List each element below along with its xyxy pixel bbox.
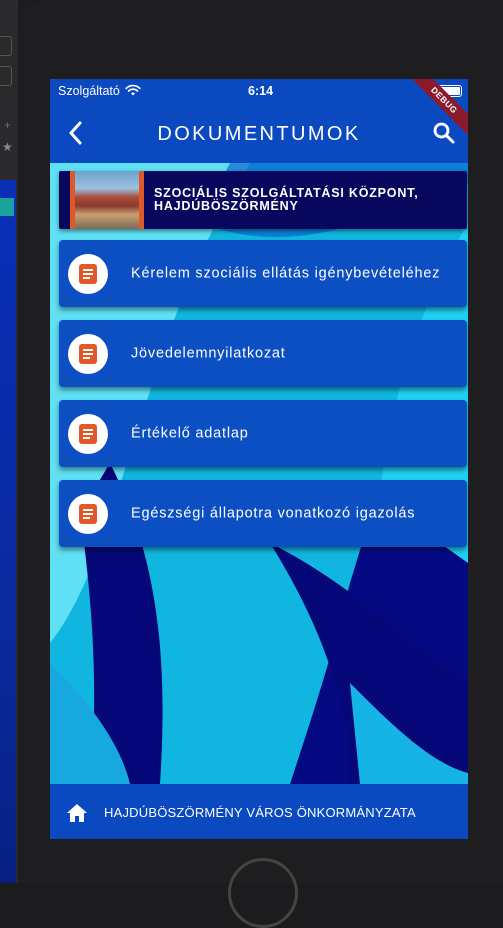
host-window-edge: + ★ xyxy=(0,0,18,883)
clock: 6:14 xyxy=(248,84,274,98)
document-item-jovedelemnyilatkozat[interactable]: Jövedelemnyilatkozat xyxy=(59,320,467,387)
document-label: Egészségi állapotra vonatkozó igazolás xyxy=(131,505,416,521)
device-home-button[interactable] xyxy=(228,858,298,928)
document-label: Kérelem szociális ellátás igénybevételéh… xyxy=(131,265,441,281)
plus-icon[interactable]: + xyxy=(4,118,11,132)
document-label: Jövedelemnyilatkozat xyxy=(131,345,286,361)
search-icon[interactable] xyxy=(432,121,456,145)
wifi-icon xyxy=(125,84,141,96)
app-bar: DOKUMENTUMOK xyxy=(50,105,468,163)
star-icon[interactable]: ★ xyxy=(2,140,13,154)
header-title: SZOCIÁLIS SZOLGÁLTATÁSI KÖZPONT, HAJDÚBÖ… xyxy=(154,186,419,213)
municipality-label: HAJDÚBÖSZÖRMÉNY VÁROS ÖNKORMÁNYZATA xyxy=(104,805,416,820)
document-icon xyxy=(68,414,108,454)
document-item-egeszsegi-igazolas[interactable]: Egészségi állapotra vonatkozó igazolás xyxy=(59,480,467,547)
host-toolbar-button[interactable] xyxy=(0,36,12,56)
carrier-label: Szolgáltató xyxy=(58,84,120,98)
document-item-kerelem[interactable]: Kérelem szociális ellátás igénybevételéh… xyxy=(59,240,467,307)
center-header-card: SZOCIÁLIS SZOLGÁLTATÁSI KÖZPONT, HAJDÚBÖ… xyxy=(59,171,467,229)
document-label: Értékelő adatlap xyxy=(131,425,249,441)
host-panel xyxy=(0,180,16,883)
document-icon xyxy=(68,494,108,534)
phone-screen: Szolgáltató 6:14 DEBUG DOKUMENTUMOK SZOC… xyxy=(50,79,468,839)
document-icon xyxy=(68,254,108,294)
host-toolbar-button[interactable] xyxy=(0,66,12,86)
status-bar: Szolgáltató 6:14 DEBUG xyxy=(50,79,468,142)
document-item-ertekelo-adatlap[interactable]: Értékelő adatlap xyxy=(59,400,467,467)
page-title: DOKUMENTUMOK xyxy=(157,123,361,145)
content-area[interactable]: SZOCIÁLIS SZOLGÁLTATÁSI KÖZPONT, HAJDÚBÖ… xyxy=(50,163,468,784)
building-image xyxy=(70,171,144,229)
host-highlight xyxy=(0,198,14,216)
bottom-bar[interactable]: HAJDÚBÖSZÖRMÉNY VÁROS ÖNKORMÁNYZATA xyxy=(50,784,468,839)
document-icon xyxy=(68,334,108,374)
home-icon[interactable] xyxy=(66,803,88,823)
